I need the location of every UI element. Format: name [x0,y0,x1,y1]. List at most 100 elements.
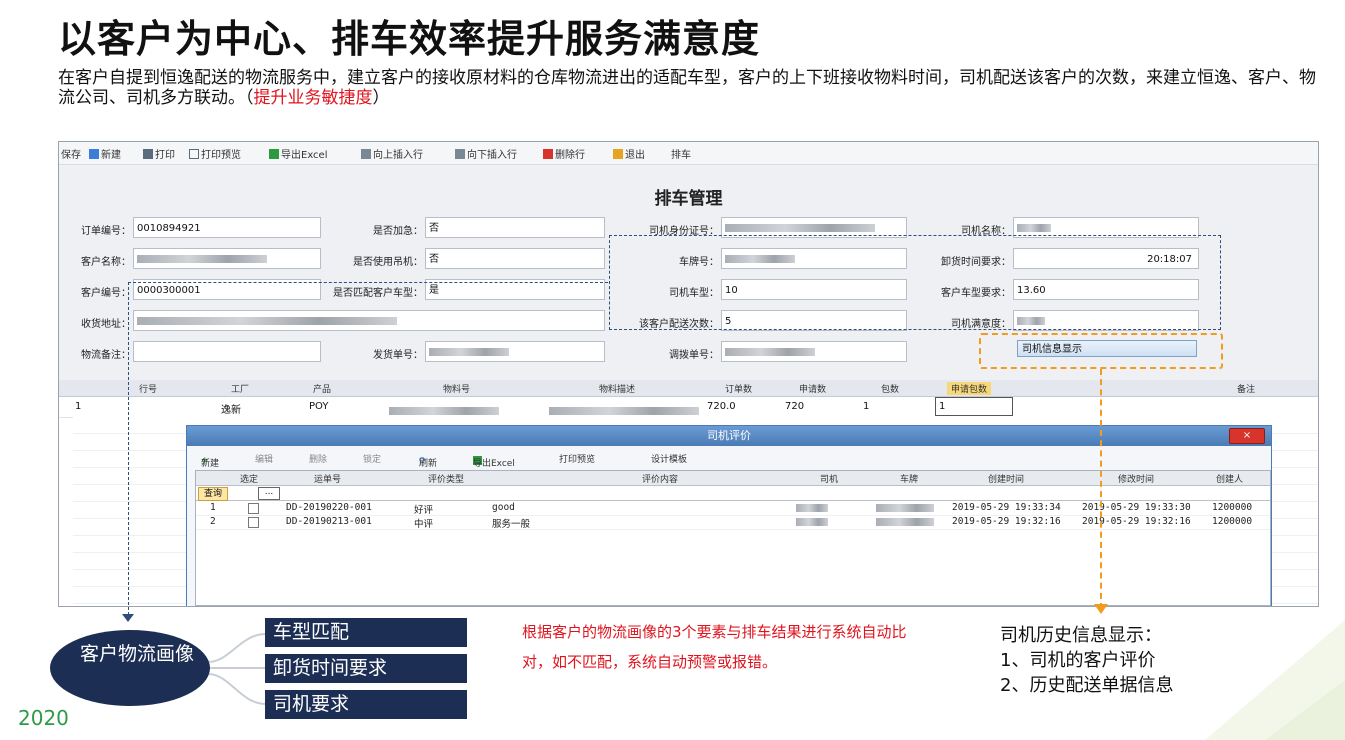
dialog-design-button[interactable]: 设计模板 [651,452,687,465]
background-decoration [1205,620,1345,740]
excel-icon [269,149,279,159]
crane-field[interactable]: 否 [425,248,605,269]
portrait-highlight-box [609,235,1221,330]
ship-no-field[interactable] [425,341,605,362]
toolbar-exit-label: 退出 [625,150,645,161]
query-button[interactable]: 查询 [198,487,228,501]
customer-name-field[interactable] [133,248,321,269]
row-creator: 1200000 [1212,516,1253,527]
cell-apply-packs-editor[interactable] [935,397,1013,416]
vehicle-match-tag: 车型匹配 [265,618,467,647]
filter-row: 查询 ... [196,486,1270,501]
app-screenshot: 保存 新建 打印 打印预览 导出Excel 向上插入行 向下插入行 删除行 退出… [58,141,1319,607]
address-label: 收货地址： [81,319,131,330]
grid-col-material: 物料号 [443,385,471,395]
dialog-export-label: 导出Excel [473,459,515,469]
row-number: 1 [210,502,216,513]
delete-row-icon [543,149,553,159]
dialog-delete-button[interactable]: 删除 [309,452,327,465]
eval-col-select: 选定 [240,475,259,485]
dialog-new-label: 新建 [201,459,220,469]
ship-no-label: 发货单号： [373,350,423,361]
toolbar-save[interactable]: 保存 [61,146,81,161]
portrait-connector-vertical [128,282,129,620]
logistics-note-field[interactable] [133,341,321,362]
order-no-label: 订单编号： [81,226,131,237]
eval-col-modified: 修改时间 [1118,475,1155,485]
dialog-lock-button[interactable]: 锁定 [363,452,381,465]
table-row[interactable]: 2 DD-20190213-001 中评 服务一般 2019-05-29 19:… [196,516,1270,530]
urgent-label: 是否加急： [373,226,423,237]
eval-col-type: 评价类型 [428,475,465,485]
toolbar-delete-row[interactable]: 删除行 [543,146,585,161]
intro-body: 在客户自提到恒逸配送的物流服务中，建立客户的接收原材料的仓库物流进出的适配车型，… [58,68,1316,108]
toolbar-dispatch[interactable]: 排车 [671,146,691,161]
row-created: 2019-05-29 19:33:34 [952,502,1061,513]
row-type: 中评 [414,519,434,530]
toolbar-export-label: 导出Excel [281,150,328,161]
driver-requirement-tag: 司机要求 [265,690,467,719]
new-icon [89,149,99,159]
row-checkbox[interactable] [248,503,259,514]
auto-compare-note: 根据客户的物流画像的3个要素与排车结果进行系统自动比对，如不匹配，系统自动预警或… [522,623,907,671]
portrait-connector-line [128,282,608,283]
toolbar-new-label: 新建 [101,150,121,161]
logistics-note-label: 物流备注： [81,350,131,361]
form-title: 排车管理 [654,189,723,209]
eval-col-content: 评价内容 [642,475,679,485]
eval-col-creator: 创建人 [1216,475,1244,485]
intro-highlight: 提升业务敏捷度 [253,88,373,108]
toolbar-new[interactable]: 新建 [89,146,121,161]
grid-col-description: 物料描述 [599,385,636,395]
toolbar-print[interactable]: 打印 [143,146,175,161]
dialog-toolbar: + 新建 编辑 删除 锁定 ⟳ 刷新 导出Excel 打印预览 设计模板 [187,448,1271,469]
toolbar-insert-below-label: 向下插入行 [467,150,517,161]
table-row[interactable]: 1 逸新 POY 720.0 720 1 1 [59,397,1318,418]
cell-line: 1 [75,401,82,412]
filter-button[interactable]: ... [258,487,280,500]
toolbar-export-excel[interactable]: 导出Excel [269,146,328,161]
evaluation-header: 选定 运单号 评价类型 评价内容 司机 车牌 创建时间 修改时间 创建人 [196,471,1270,486]
order-no-field[interactable]: 0010894921 [133,217,321,238]
toolbar-print-preview[interactable]: 打印预览 [189,146,241,161]
table-row[interactable]: 1 DD-20190220-001 好评 good 2019-05-29 19:… [196,502,1270,516]
toolbar-insert-below[interactable]: 向下插入行 [455,146,517,161]
close-button[interactable]: × [1229,428,1265,444]
urgent-field[interactable]: 否 [425,217,605,238]
cell-order-qty: 720.0 [707,401,736,412]
toolbar-insert-above[interactable]: 向上插入行 [361,146,423,161]
grid-col-factory: 工厂 [231,385,250,395]
toolbar-delete-label: 删除行 [555,150,585,161]
grid-header: 行号 工厂 产品 物料号 物料描述 订单数 申请数 包数 申请包数 备注 [59,380,1318,397]
row-checkbox[interactable] [248,517,259,528]
row-creator: 1200000 [1212,502,1253,513]
grid-col-apply-packs: 申请包数 [947,382,992,395]
dialog-edit-button[interactable]: 编辑 [255,452,273,465]
dialog-title: 司机评价 [187,426,1271,446]
eval-col-waybill: 运单号 [314,475,342,485]
app-toolbar: 保存 新建 打印 打印预览 导出Excel 向上插入行 向下插入行 删除行 退出… [59,142,1318,165]
toolbar-insert-above-label: 向上插入行 [373,150,423,161]
insert-row-icon [361,149,371,159]
insert-row-icon [455,149,465,159]
toolbar-exit[interactable]: 退出 [613,146,645,161]
grid-col-apply-qty: 申请数 [799,385,827,395]
intro-text: 在客户自提到恒逸配送的物流服务中，建立客户的接收原材料的仓库物流进出的适配车型，… [58,68,1328,108]
dialog-preview-button[interactable]: 打印预览 [559,452,595,465]
customer-name-label: 客户名称： [81,257,131,268]
cell-product: POY [309,401,329,412]
unload-time-tag: 卸货时间要求 [265,654,467,683]
row-created: 2019-05-29 19:32:16 [952,516,1061,527]
row-number: 2 [210,516,216,527]
grid-col-packs: 包数 [881,385,900,395]
eval-col-driver: 司机 [820,475,839,485]
address-field[interactable] [133,310,605,331]
crane-label: 是否使用吊机： [353,257,423,268]
row-waybill: DD-20190220-001 [286,502,372,513]
exit-icon [613,149,623,159]
cell-apply-qty: 720 [785,401,805,412]
adjust-no-field[interactable] [721,341,907,362]
down-arrow-icon [122,614,134,622]
cell-factory: 逸新 [221,405,241,416]
customer-code-label: 客户编号： [81,288,131,299]
